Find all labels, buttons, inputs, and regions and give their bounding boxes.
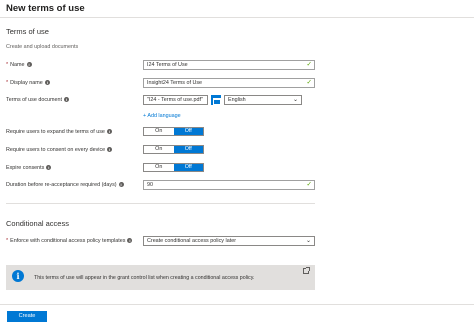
every-device-toggle[interactable]: On Off (143, 145, 204, 154)
chevron-down-icon: ⌄ (292, 97, 298, 103)
duration-field-value: 90 (147, 182, 153, 188)
checkmark-icon: ✓ (306, 79, 312, 86)
info-icon[interactable]: i (118, 182, 124, 187)
enforce-select[interactable]: Create conditional access policy later ⌄ (143, 236, 315, 246)
terms-section-title: Terms of use (6, 27, 49, 36)
document-label: Terms of use document i (6, 97, 70, 103)
checkmark-icon: ✓ (306, 181, 312, 188)
title-divider (0, 17, 474, 18)
info-icon[interactable]: i (127, 238, 133, 243)
external-link-icon[interactable] (303, 267, 310, 274)
info-icon[interactable]: i (64, 97, 70, 102)
name-label: * Name i (6, 62, 32, 68)
document-label-text: Terms of use document (6, 97, 63, 103)
duration-label-text: Duration before re-acceptance required (… (6, 182, 117, 188)
expire-toggle-on[interactable]: On (144, 164, 174, 171)
enforce-label: * Enforce with conditional access policy … (6, 238, 133, 244)
footer-divider (0, 304, 474, 305)
info-banner-text: This terms of use will appear in the gra… (34, 275, 255, 281)
expand-label-text: Require users to expand the terms of use (6, 129, 105, 135)
section-divider (6, 203, 315, 204)
display-name-field[interactable]: Insight24 Terms of Use ✓ (143, 78, 315, 88)
add-language-link[interactable]: + Add language (143, 113, 181, 119)
expire-toggle-off[interactable]: Off (173, 164, 203, 171)
name-field[interactable]: I24 Terms of Use ✓ (143, 60, 315, 70)
expand-toggle-on[interactable]: On (144, 128, 174, 135)
info-icon: i (12, 270, 24, 282)
terms-section-subtitle: Create and upload documents (6, 44, 79, 50)
required-marker: * (6, 62, 9, 68)
expand-toggle-off[interactable]: Off (173, 128, 203, 135)
info-icon[interactable]: i (44, 80, 50, 85)
required-marker: * (6, 238, 9, 244)
duration-label: Duration before re-acceptance required (… (6, 182, 124, 188)
language-select-value: English (228, 97, 246, 103)
page-title: New terms of use (6, 3, 85, 14)
required-marker: * (6, 80, 9, 86)
every-device-toggle-on[interactable]: On (144, 146, 174, 153)
checkmark-icon: ✓ (306, 61, 312, 68)
expand-label: Require users to expand the terms of use… (6, 129, 112, 135)
expire-toggle[interactable]: On Off (143, 163, 204, 172)
info-icon[interactable]: i (46, 165, 52, 170)
expire-label-text: Expire consents (6, 165, 45, 171)
every-device-label: Require users to consent on every device… (6, 147, 113, 153)
info-icon[interactable]: i (26, 62, 32, 67)
document-file-field[interactable]: "I24 - Terms of use.pdf" (143, 95, 208, 105)
name-field-value: I24 Terms of Use (147, 62, 188, 68)
info-icon[interactable]: i (106, 129, 112, 134)
chevron-down-icon: ⌄ (305, 238, 311, 244)
display-name-label: * Display name i (6, 80, 50, 86)
enforce-label-text: Enforce with conditional access policy t… (10, 238, 126, 244)
name-label-text: Name (10, 62, 25, 68)
expand-toggle[interactable]: On Off (143, 127, 204, 136)
info-icon[interactable]: i (107, 147, 113, 152)
folder-icon[interactable] (211, 95, 221, 105)
every-device-label-text: Require users to consent on every device (6, 147, 106, 153)
create-button[interactable]: Create (7, 311, 47, 322)
enforce-select-value: Create conditional access policy later (147, 238, 236, 244)
display-name-field-value: Insight24 Terms of Use (147, 80, 203, 86)
language-select[interactable]: English ⌄ (224, 95, 302, 105)
duration-field[interactable]: 90 ✓ (143, 180, 315, 190)
info-banner: i This terms of use will appear in the g… (6, 265, 315, 290)
every-device-toggle-off[interactable]: Off (173, 146, 203, 153)
expire-label: Expire consents i (6, 165, 52, 171)
display-name-label-text: Display name (10, 80, 43, 86)
conditional-section-title: Conditional access (6, 219, 69, 228)
